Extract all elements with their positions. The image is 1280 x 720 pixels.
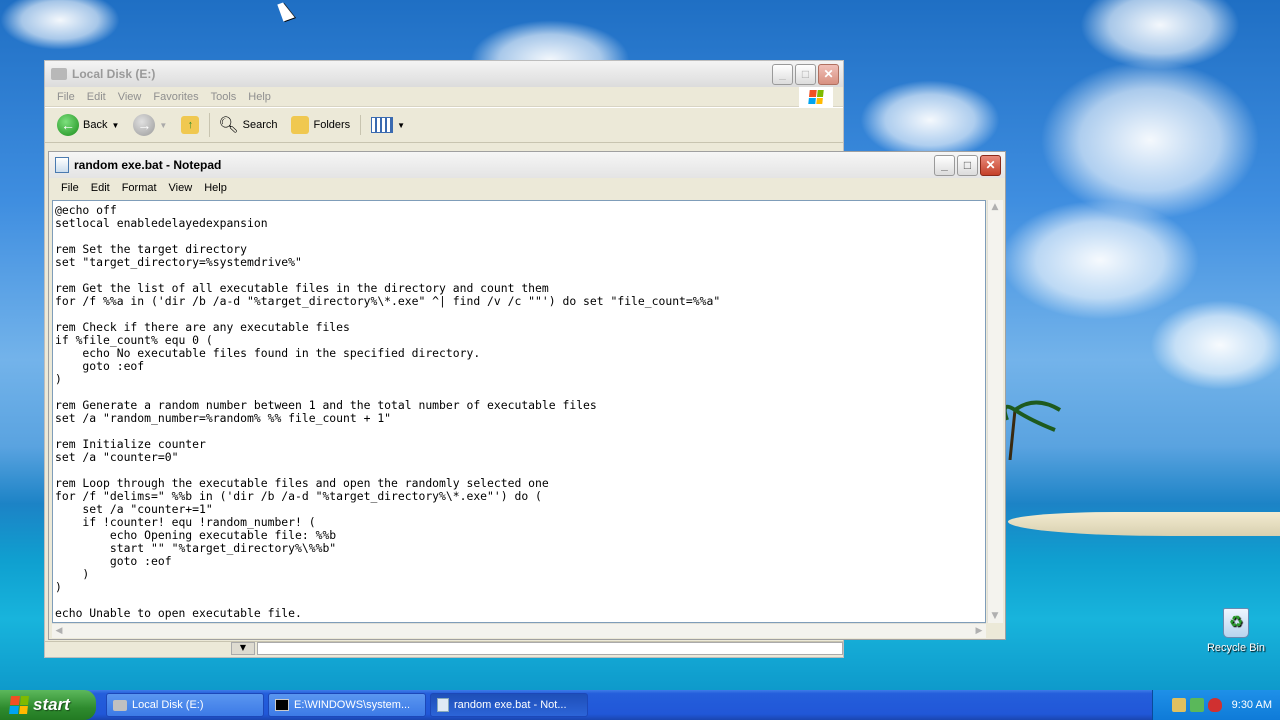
- scroll-up-icon[interactable]: ▲: [988, 200, 1002, 214]
- recycle-bin-label: Recycle Bin: [1206, 642, 1266, 654]
- up-folder-button[interactable]: ↑: [177, 114, 203, 136]
- chevron-down-icon[interactable]: ▼: [159, 121, 167, 130]
- maximize-button[interactable]: □: [795, 63, 816, 85]
- notepad-icon: [437, 698, 449, 712]
- explorer-title: Local Disk (E:): [72, 67, 156, 81]
- system-tray: 9:30 AM: [1152, 690, 1280, 720]
- close-button[interactable]: ✕: [980, 154, 1001, 176]
- horizontal-scrollbar[interactable]: ◀ ▶: [52, 623, 986, 638]
- tray-update-icon[interactable]: [1189, 698, 1204, 712]
- chevron-down-icon[interactable]: ▼: [111, 121, 119, 130]
- task-label: random exe.bat - Not...: [454, 699, 567, 711]
- menu-format[interactable]: Format: [116, 182, 163, 194]
- taskbar-item-cmd[interactable]: E:\WINDOWS\system...: [268, 693, 426, 717]
- menu-file[interactable]: File: [55, 182, 85, 194]
- folders-label: Folders: [313, 119, 351, 131]
- notepad-menubar: File Edit Format View Help: [49, 178, 1005, 198]
- beach-sand: [1008, 512, 1280, 536]
- notepad-icon: [55, 157, 69, 173]
- explorer-menubar: File Edit View Favorites Tools Help: [45, 86, 843, 107]
- cloud: [0, 0, 120, 50]
- back-button[interactable]: ← Back ▼: [53, 112, 123, 138]
- scroll-left-icon[interactable]: ◀: [52, 624, 66, 638]
- views-button[interactable]: ▼: [360, 115, 409, 135]
- folder-icon: [113, 699, 127, 711]
- cloud: [1000, 200, 1200, 320]
- menu-edit[interactable]: Edit: [81, 91, 112, 103]
- menu-tools[interactable]: Tools: [205, 91, 243, 103]
- chevron-down-icon[interactable]: ▼: [397, 121, 405, 130]
- taskbar-item-explorer[interactable]: Local Disk (E:): [106, 693, 264, 717]
- menu-view[interactable]: View: [163, 182, 199, 194]
- back-arrow-icon: ←: [57, 114, 79, 136]
- up-folder-icon: ↑: [181, 116, 200, 134]
- minimize-button[interactable]: _: [934, 154, 955, 176]
- taskbar: start Local Disk (E:) E:\WINDOWS\system.…: [0, 690, 1280, 720]
- windows-logo-icon: [9, 696, 29, 714]
- cmd-icon: [275, 699, 289, 711]
- task-label: Local Disk (E:): [132, 699, 204, 711]
- search-label: Search: [242, 119, 278, 131]
- scroll-down-icon[interactable]: ▼: [988, 609, 1002, 623]
- palm-tree-icon: [1005, 400, 1062, 460]
- notepad-titlebar[interactable]: random exe.bat - Notepad _ □ ✕: [49, 152, 1005, 178]
- start-label: start: [33, 695, 70, 714]
- menu-edit[interactable]: Edit: [85, 182, 116, 194]
- forward-button[interactable]: → ▼: [129, 112, 171, 138]
- search-button[interactable]: 🔍︎ Search: [209, 113, 281, 137]
- menu-favorites[interactable]: Favorites: [147, 91, 204, 103]
- clock[interactable]: 9:30 AM: [1232, 699, 1272, 711]
- search-icon: 🔍︎: [218, 117, 239, 134]
- recycle-bin-icon: ♻: [1223, 608, 1249, 638]
- taskbar-item-notepad[interactable]: random exe.bat - Not...: [430, 693, 588, 717]
- start-button[interactable]: start: [0, 690, 96, 720]
- chevron-down-icon[interactable]: ▼: [231, 642, 255, 655]
- views-icon: [371, 117, 394, 133]
- task-label: E:\WINDOWS\system...: [294, 699, 411, 711]
- back-label: Back: [83, 119, 108, 131]
- menu-file[interactable]: File: [51, 91, 81, 103]
- maximize-button[interactable]: □: [957, 154, 978, 176]
- notepad-content[interactable]: @echo off setlocal enabledelayedexpansio…: [53, 201, 985, 622]
- shield-icon[interactable]: [1207, 698, 1222, 712]
- menu-view[interactable]: View: [112, 91, 148, 103]
- cloud: [1040, 60, 1260, 220]
- folders-icon: [291, 116, 310, 134]
- vertical-scrollbar[interactable]: ▲ ▼: [987, 200, 1003, 623]
- minimize-button[interactable]: _: [772, 63, 793, 85]
- forward-arrow-icon: →: [133, 114, 156, 136]
- notepad-window[interactable]: random exe.bat - Notepad _ □ ✕ File Edit…: [48, 151, 1006, 640]
- windows-logo-icon: [799, 86, 833, 107]
- cloud: [1150, 300, 1280, 390]
- recycle-bin[interactable]: ♻ Recycle Bin: [1206, 608, 1266, 654]
- folder-icon: [51, 68, 67, 80]
- cloud: [860, 80, 1000, 160]
- notepad-title: random exe.bat - Notepad: [74, 158, 222, 172]
- explorer-statusbar: ▼: [45, 641, 843, 655]
- statusbar-pane: [257, 642, 843, 655]
- cloud: [1080, 0, 1240, 70]
- folders-button[interactable]: Folders: [287, 114, 354, 136]
- tray-network-icon[interactable]: [1171, 698, 1186, 712]
- close-button[interactable]: ✕: [818, 63, 839, 85]
- scroll-right-icon[interactable]: ▶: [972, 624, 986, 638]
- menu-help[interactable]: Help: [242, 91, 277, 103]
- notepad-text-area[interactable]: @echo off setlocal enabledelayedexpansio…: [52, 200, 986, 623]
- explorer-titlebar[interactable]: Local Disk (E:) _ □ ✕: [45, 61, 843, 87]
- menu-help[interactable]: Help: [198, 182, 233, 194]
- explorer-toolbar: ← Back ▼ → ▼ ↑ 🔍︎ Search Folders ▼: [45, 107, 843, 143]
